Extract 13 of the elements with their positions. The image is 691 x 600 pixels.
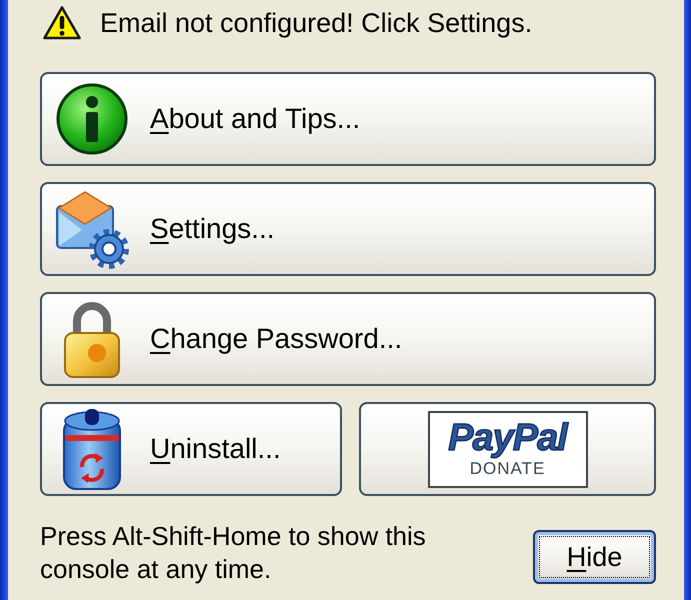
donate-button[interactable]: PayPal DONATE <box>359 402 656 496</box>
hint-text: Press Alt-Shift-Home to show this console at any time. <box>40 520 427 586</box>
padlock-icon <box>62 299 122 379</box>
info-icon <box>56 83 128 155</box>
settings-button[interactable]: Settings... <box>40 182 656 276</box>
warning-icon <box>42 5 82 41</box>
uninstall-button[interactable]: Uninstall... <box>40 402 342 496</box>
hide-button[interactable]: Hide <box>533 530 656 584</box>
about-button[interactable]: About and Tips... <box>40 72 656 166</box>
warning-message: Email not configured! Click Settings. <box>100 7 532 39</box>
paypal-logo: PayPal DONATE <box>428 410 588 488</box>
change-password-button[interactable]: Change Password... <box>40 292 656 386</box>
bin-icon <box>61 407 123 491</box>
